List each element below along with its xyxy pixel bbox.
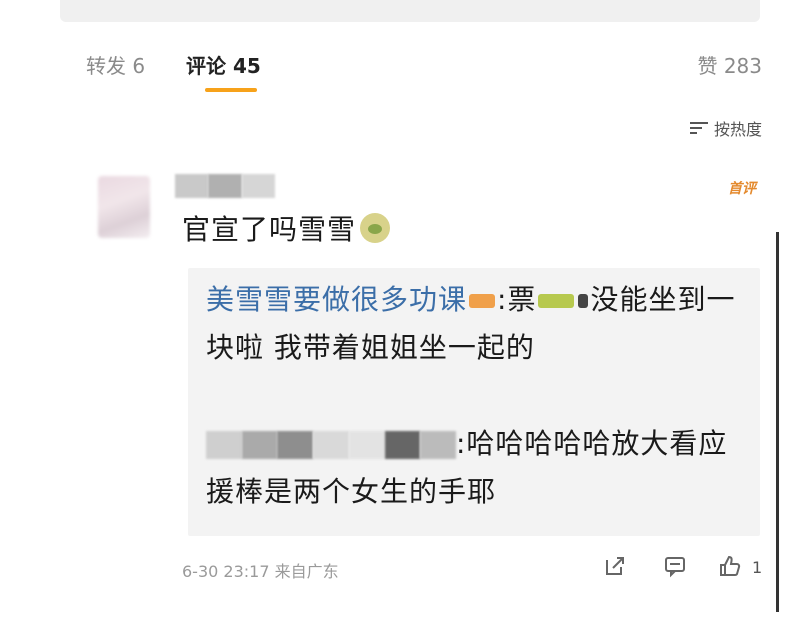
avatar[interactable] (98, 176, 150, 238)
comment-body: 官宣了吗雪雪 (182, 208, 391, 248)
crying-face-icon (360, 213, 391, 243)
reply-item[interactable]: :哈哈哈哈哈放大看应援棒是两个女生的手耶 (206, 420, 754, 516)
sort-icon (689, 121, 708, 135)
thumbs-up-icon[interactable] (718, 554, 742, 578)
ticket-emoji-icon (578, 294, 589, 308)
top-strip (60, 0, 760, 22)
share-icon[interactable] (603, 554, 627, 578)
user-badge-icon (469, 294, 496, 308)
sort-button[interactable]: 按热度 (689, 116, 762, 140)
tab-repost[interactable]: 转发 6 (86, 50, 145, 79)
reply-text-part1: :票 (497, 283, 537, 316)
tab-like[interactable]: 赞 283 (697, 50, 762, 79)
tab-comment[interactable]: 评论 45 (186, 50, 261, 79)
like-count: 1 (752, 558, 763, 577)
comment-icon[interactable] (663, 554, 687, 578)
reply-item[interactable]: 美雪雪要做很多功课:票 没能坐到一块啦 我带着姐姐坐一起的 (206, 276, 754, 372)
comment-meta: 6-30 23:17 来自广东 (182, 562, 339, 581)
tab-bar: 转发 6 评论 45 赞 283 (0, 42, 800, 92)
username-blurred[interactable] (175, 174, 275, 198)
first-comment-badge: 首评 (728, 181, 756, 197)
comment-text: 官宣了吗雪雪 (182, 213, 357, 246)
ticket-emoji-icon (538, 294, 575, 308)
reply-box[interactable]: 美雪雪要做很多功课:票 没能坐到一块啦 我带着姐姐坐一起的 :哈哈哈哈哈放大看应援… (188, 268, 760, 536)
reply-username-blurred[interactable] (206, 431, 457, 459)
scrollbar[interactable] (776, 232, 779, 612)
tab-active-indicator (205, 88, 257, 92)
reply-username[interactable]: 美雪雪要做很多功课 (206, 283, 467, 316)
sort-label: 按热度 (713, 120, 762, 139)
